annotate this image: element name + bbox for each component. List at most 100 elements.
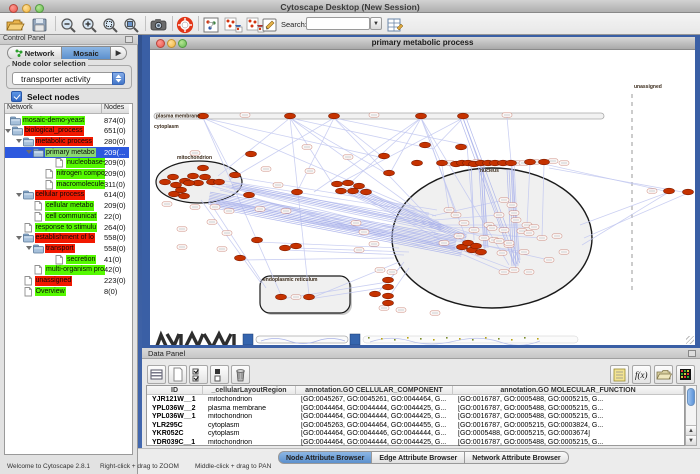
- graph-node[interactable]: [285, 113, 296, 119]
- tree-row-label[interactable]: metabolic process: [35, 137, 93, 147]
- zoom-fit-icon[interactable]: [122, 16, 142, 34]
- graph-node[interactable]: [304, 294, 315, 300]
- table-row[interactable]: YPL036W__2plasma membrane[GO:0044464, GO…: [147, 405, 684, 414]
- tree-row[interactable]: unassigned223(0): [5, 276, 129, 287]
- save-icon[interactable]: [30, 16, 50, 34]
- tree-row[interactable]: nucleobase-209(0): [5, 158, 129, 169]
- table-column-header[interactable]: annotation.GO CELLULAR_COMPONENT: [296, 386, 453, 395]
- zoom-out-icon[interactable]: [59, 16, 79, 34]
- graph-node[interactable]: [329, 113, 340, 119]
- tree-row-label[interactable]: establishment of lo: [35, 233, 95, 243]
- tree-row[interactable]: secretion41(0): [5, 254, 129, 265]
- graph-node[interactable]: [383, 277, 394, 283]
- graph-node[interactable]: [184, 180, 195, 186]
- tree-row[interactable]: biological_process651(0): [5, 126, 129, 137]
- tree-expand-arrow-icon[interactable]: [16, 139, 22, 146]
- table-row[interactable]: YDR039C__1mitochondrion[GO:0044464, GO:0…: [147, 439, 684, 448]
- graph-node[interactable]: [416, 113, 427, 119]
- graph-node[interactable]: [168, 174, 179, 180]
- select-nodes-checkbox[interactable]: [11, 91, 22, 102]
- table-cell[interactable]: YJR121W__1: [147, 396, 203, 405]
- tree-row-label[interactable]: biological_process: [24, 126, 84, 136]
- tree-row-label[interactable]: cellular metabo: [45, 201, 94, 211]
- table-cell[interactable]: YKR052C: [147, 430, 203, 439]
- graph-node[interactable]: [292, 189, 303, 195]
- tree-row-label[interactable]: Overview: [35, 287, 66, 297]
- snapshot-icon[interactable]: [149, 16, 169, 34]
- graph-node[interactable]: [188, 173, 199, 179]
- layout-1-icon[interactable]: [223, 16, 243, 34]
- table-cell[interactable]: cytoplasm: [203, 422, 296, 431]
- graph-node[interactable]: [160, 179, 171, 185]
- tree-row[interactable]: transport558(0): [5, 243, 129, 254]
- notepad-button[interactable]: [610, 365, 629, 384]
- graph-node[interactable]: [525, 159, 536, 165]
- table-cell[interactable]: [GO:0045267, GO:0045261, GO:0044464, G..…: [296, 396, 453, 405]
- tree-expand-arrow-icon[interactable]: [5, 129, 11, 136]
- table-cell[interactable]: mitochondrion: [203, 439, 296, 448]
- tree-row-label[interactable]: cell communicat: [45, 212, 97, 222]
- formula-button[interactable]: f(x): [632, 365, 651, 384]
- tree-row[interactable]: metabolic process280(0): [5, 136, 129, 147]
- table-cell[interactable]: YDR039C__1: [147, 439, 203, 448]
- tree-row[interactable]: Overview8(0): [5, 286, 129, 297]
- graph-node[interactable]: [291, 243, 302, 249]
- table-cell[interactable]: [GO:0044464, GO:0044444, GO:0044425, G..…: [296, 439, 453, 448]
- graph-node[interactable]: [471, 243, 482, 249]
- annotate-icon[interactable]: [261, 16, 279, 34]
- graph-node[interactable]: [332, 181, 343, 187]
- graph-node[interactable]: [348, 188, 359, 194]
- graph-node[interactable]: [384, 170, 395, 176]
- graph-node[interactable]: [383, 300, 394, 306]
- search-input[interactable]: [306, 17, 370, 30]
- tree-row[interactable]: response to stimulu264(0): [5, 222, 129, 233]
- scrollbar-thumb[interactable]: [687, 388, 695, 406]
- graph-node[interactable]: [683, 189, 694, 195]
- tree-row[interactable]: establishment of lo558(0): [5, 233, 129, 244]
- zoom-selected-icon[interactable]: [101, 16, 121, 34]
- table-scrollbar[interactable]: ▲ ▼: [685, 385, 697, 446]
- tree-row-label[interactable]: macromolecule: [56, 180, 105, 190]
- control-panel-float-icon[interactable]: [125, 36, 133, 43]
- new-attribute-button[interactable]: [168, 365, 187, 384]
- delete-attribute-button[interactable]: [231, 365, 250, 384]
- tree-row[interactable]: nitrogen compo209(0): [5, 169, 129, 180]
- tree-row-label[interactable]: mosaic-demo-yeast: [22, 116, 85, 126]
- tree-row[interactable]: cellular metabo209(0): [5, 201, 129, 212]
- graph-node[interactable]: [176, 187, 187, 193]
- table-row[interactable]: YKR052Ccytoplasm[GO:0044464, GO:0044446,…: [147, 430, 684, 439]
- table-cell[interactable]: plasma membrane: [203, 405, 296, 414]
- graph-node[interactable]: [437, 160, 448, 166]
- table-cell[interactable]: [GO:0016787, GO:0005488, GO:0005215, G..…: [453, 396, 684, 405]
- graph-node[interactable]: [246, 151, 257, 157]
- tree-row-label[interactable]: nucleobase-: [66, 158, 105, 168]
- open-file-icon[interactable]: [5, 16, 25, 34]
- combobox-stepper-icon[interactable]: [112, 72, 125, 85]
- graph-node[interactable]: [354, 183, 365, 189]
- tree-row-label[interactable]: secretion: [66, 255, 96, 265]
- table-cell[interactable]: [GO:0016787, GO:0005215, GO:0003824, G..…: [453, 422, 684, 431]
- tree-row[interactable]: mosaic-demo-yeast874(0): [5, 115, 129, 126]
- network-overview-icon[interactable]: [202, 16, 220, 34]
- tree-expand-arrow-icon[interactable]: [26, 150, 32, 157]
- graph-node[interactable]: [235, 255, 246, 261]
- tree-row-label[interactable]: cellular process: [35, 190, 86, 200]
- table-column-header[interactable]: annotation.GO MOLECULAR_FUNCTION: [453, 386, 684, 395]
- help-icon[interactable]: [176, 16, 196, 34]
- tree-row[interactable]: cellular process614(0): [5, 190, 129, 201]
- select-attributes-button[interactable]: [189, 365, 208, 384]
- table-row[interactable]: YPL036W__1mitochondrion[GO:0044464, GO:0…: [147, 413, 684, 422]
- graph-node[interactable]: [200, 174, 211, 180]
- graph-node[interactable]: [664, 188, 675, 194]
- data-panel-float-icon[interactable]: [688, 350, 696, 357]
- table-cell[interactable]: mitochondrion: [203, 413, 296, 422]
- table-cell[interactable]: YPL036W__2: [147, 405, 203, 414]
- table-cell[interactable]: [GO:0016787, GO:0005488, GO:0005215, G..…: [453, 405, 684, 414]
- table-cell[interactable]: [GO:0044464, GO:0044444, GO:0044425, G..…: [296, 413, 453, 422]
- data-panel-header[interactable]: Data Panel: [142, 348, 700, 359]
- graph-node[interactable]: [412, 160, 423, 166]
- tree-expand-arrow-icon[interactable]: [16, 193, 22, 200]
- table-cell[interactable]: [GO:0016787, GO:0005488, GO:0005215, G..…: [453, 413, 684, 422]
- graph-node[interactable]: [383, 293, 394, 299]
- graph-node[interactable]: [456, 144, 467, 150]
